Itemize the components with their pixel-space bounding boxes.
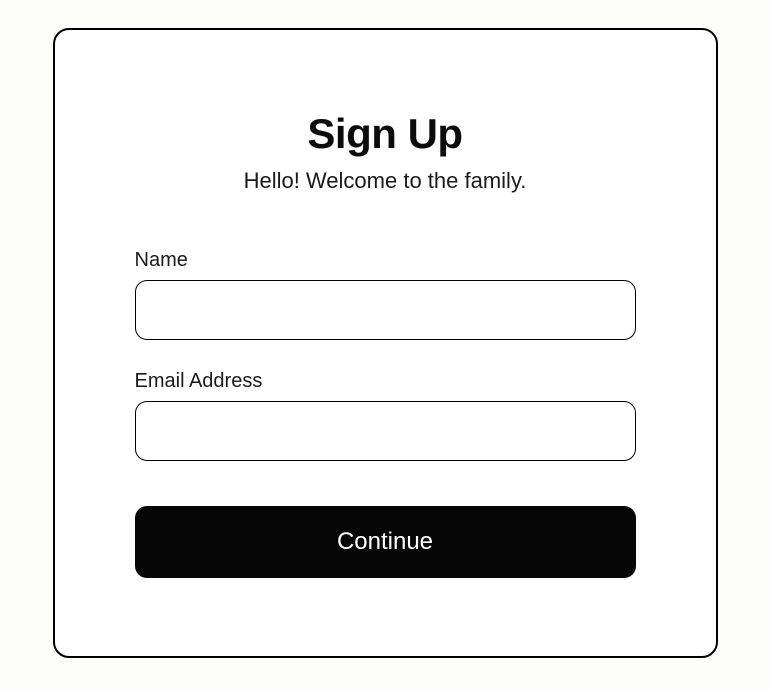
signup-card: Sign Up Hello! Welcome to the family. Na… <box>53 28 718 658</box>
email-field-group: Email Address <box>135 370 636 461</box>
continue-button[interactable]: Continue <box>135 506 636 578</box>
signup-heading: Sign Up <box>307 110 462 158</box>
name-label: Name <box>135 249 636 272</box>
signup-subheading: Hello! Welcome to the family. <box>244 168 527 194</box>
email-input[interactable] <box>135 401 636 461</box>
name-input[interactable] <box>135 280 636 340</box>
email-label: Email Address <box>135 370 636 393</box>
name-field-group: Name <box>135 249 636 340</box>
signup-form: Name Email Address Continue <box>135 249 636 578</box>
